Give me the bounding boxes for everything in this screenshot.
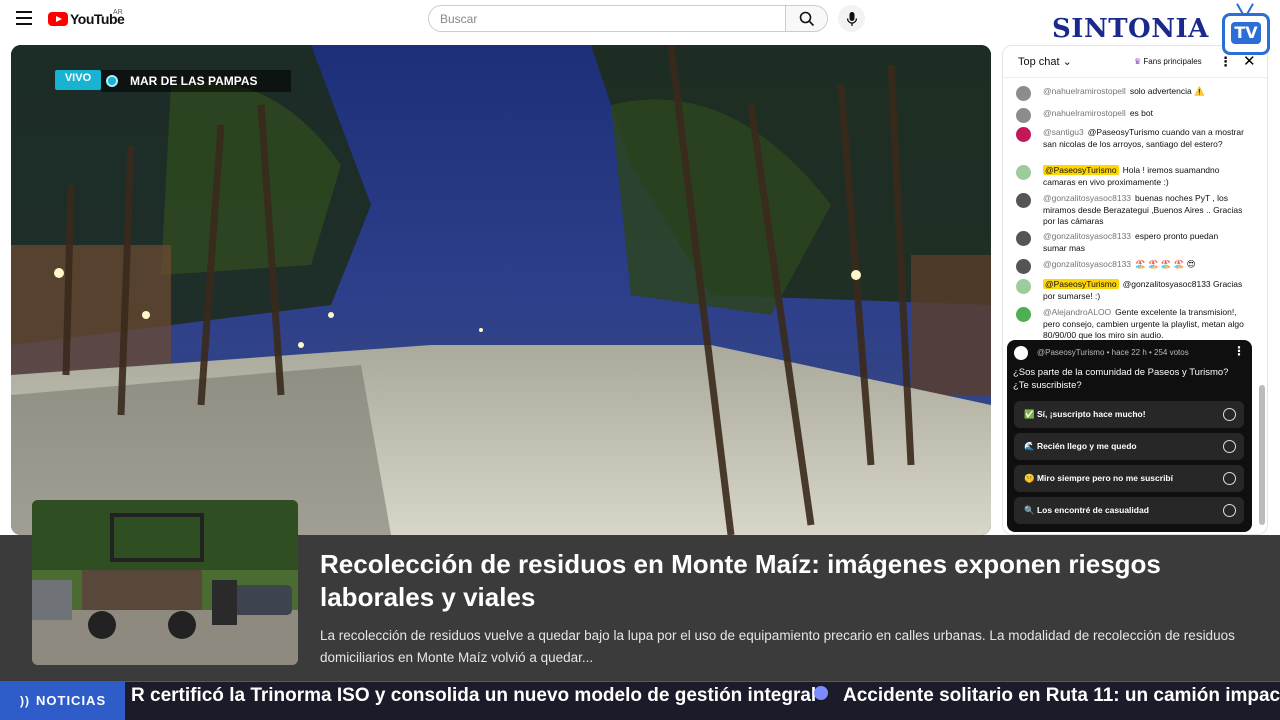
chat-author[interactable]: @gonzalitosyasoc8133 [1043, 231, 1131, 241]
chat-author[interactable]: @santigu3 [1043, 127, 1084, 137]
chat-author[interactable]: @nahuelramirostopell [1043, 108, 1126, 118]
radio-icon [1223, 440, 1236, 453]
ticker-item[interactable]: R certificó la Trinorma ISO y consolida … [131, 685, 816, 707]
chat-author[interactable]: @nahuelramirostopell [1043, 86, 1126, 96]
chat-message: @PaseosyTurismo Hola ! iremos suamandno c… [1016, 165, 1244, 188]
poll-option-label: 🤫 Miro siempre pero no me suscribí [1024, 473, 1173, 483]
news-photo [32, 500, 298, 665]
avatar [1014, 346, 1028, 360]
ticker-separator-icon [814, 686, 828, 700]
chat-message: @gonzalitosyasoc8133 buenas noches PyT , … [1016, 193, 1244, 228]
search-button[interactable] [786, 5, 828, 32]
poll-option-label: ✅ Sí, ¡suscripto hace mucho! [1024, 409, 1146, 419]
radio-icon [1223, 504, 1236, 517]
avatar [1016, 165, 1031, 180]
chat-author-moderator[interactable]: @PaseosyTurismo [1043, 165, 1119, 175]
chat-text: 🏖️ 🏖️ 🏖️ 🏖️ 😍 [1135, 259, 1196, 269]
ticker-label: )) NOTICIAS [0, 681, 125, 720]
chat-mode-label: Top chat [1018, 56, 1060, 68]
country-code: AR [113, 9, 123, 16]
search-icon [799, 11, 814, 26]
chat-message: @nahuelramirostopell es bot [1016, 108, 1244, 123]
ticker-divider [125, 681, 1280, 682]
avatar [1016, 86, 1031, 101]
news-ticker: )) NOTICIAS R certificó la Trinorma ISO y… [0, 681, 1280, 720]
chat-mode-dropdown[interactable]: Top chat ⌄ [1018, 55, 1072, 68]
chat-text: solo advertencia ⚠️ [1129, 86, 1205, 96]
location-bar: MAR DE LAS PAMPAS [101, 70, 291, 92]
poll-option[interactable]: 🔍 Los encontré de casualidad [1014, 497, 1244, 524]
rss-icon: )) [20, 693, 30, 708]
avatar [1016, 231, 1031, 246]
chat-author[interactable]: @gonzalitosyasoc8133 [1043, 193, 1131, 203]
avatar [1016, 259, 1031, 274]
avatar [1016, 279, 1031, 294]
location-pin-icon [106, 75, 118, 87]
voice-search-button[interactable] [838, 5, 865, 32]
chat-author[interactable]: @gonzalitosyasoc8133 [1043, 259, 1131, 269]
tv-logo-text: TV [1231, 22, 1261, 44]
sintonia-logo: SINTONIA [1052, 14, 1209, 44]
chat-message: @santigu3 @PaseosyTurismo cuando van a mo… [1016, 127, 1244, 150]
news-summary: La recolección de residuos vuelve a qued… [320, 628, 1235, 665]
poll-option[interactable]: 🌊 Recién llego y me quedo [1014, 433, 1244, 460]
ticker-label-text: NOTICIAS [36, 693, 107, 708]
chat-message: @gonzalitosyasoc8133 🏖️ 🏖️ 🏖️ 🏖️ 😍 [1016, 259, 1244, 274]
search-input[interactable]: Buscar [428, 5, 786, 32]
poll-option[interactable]: ✅ Sí, ¡suscripto hace mucho! [1014, 401, 1244, 428]
live-video-player[interactable] [11, 45, 991, 535]
chat-author-moderator[interactable]: @PaseosyTurismo [1043, 279, 1119, 289]
radio-icon [1223, 472, 1236, 485]
chat-message: @gonzalitosyasoc8133 espero pronto puedan… [1016, 231, 1244, 254]
youtube-play-icon [48, 12, 68, 26]
poll-card: @PaseosyTurismo • hace 22 h • 254 votos … [1007, 340, 1252, 532]
poll-option-label: 🔍 Los encontré de casualidad [1024, 505, 1149, 515]
poll-option[interactable]: 🤫 Miro siempre pero no me suscribí [1014, 465, 1244, 492]
chat-message: @AlejandroALOO Gente excelente la transmi… [1016, 307, 1244, 342]
avatar [1016, 307, 1031, 322]
chat-scrollbar[interactable] [1259, 385, 1265, 525]
chat-more-icon[interactable]: ⋮ [1219, 54, 1232, 70]
poll-more-icon[interactable]: ⋮ [1233, 344, 1245, 358]
microphone-icon [846, 11, 857, 26]
poll-option-label: 🌊 Recién llego y me quedo [1024, 441, 1137, 451]
location-name: MAR DE LAS PAMPAS [130, 74, 258, 88]
avatar [1016, 108, 1031, 123]
chat-text: es bot [1129, 108, 1153, 118]
avatar [1016, 127, 1031, 142]
radio-icon [1223, 408, 1236, 421]
news-headline[interactable]: Recolección de residuos en Monte Maíz: i… [320, 548, 1250, 614]
ticker-item[interactable]: Accidente solitario en Ruta 11: un camió… [843, 685, 1280, 707]
chat-message: @nahuelramirostopell solo advertencia ⚠️ [1016, 86, 1244, 101]
poll-meta: @PaseosyTurismo • hace 22 h • 254 votos [1037, 348, 1189, 357]
poll-question: ¿Sos parte de la comunidad de Paseos y T… [1013, 367, 1229, 391]
tv-logo-icon: TV [1222, 13, 1270, 55]
fans-filter[interactable]: Fans principales [1134, 57, 1201, 66]
news-thumbnail [32, 500, 298, 665]
menu-icon[interactable] [16, 11, 32, 25]
chat-message: @PaseosyTurismo @gonzalitosyasoc8133 Grac… [1016, 279, 1244, 302]
chat-author[interactable]: @AlejandroALOO [1043, 307, 1111, 317]
chevron-down-icon: ⌄ [1062, 56, 1072, 68]
avatar [1016, 193, 1031, 208]
live-badge: VIVO [55, 70, 101, 90]
live-camera-scene [11, 45, 991, 535]
